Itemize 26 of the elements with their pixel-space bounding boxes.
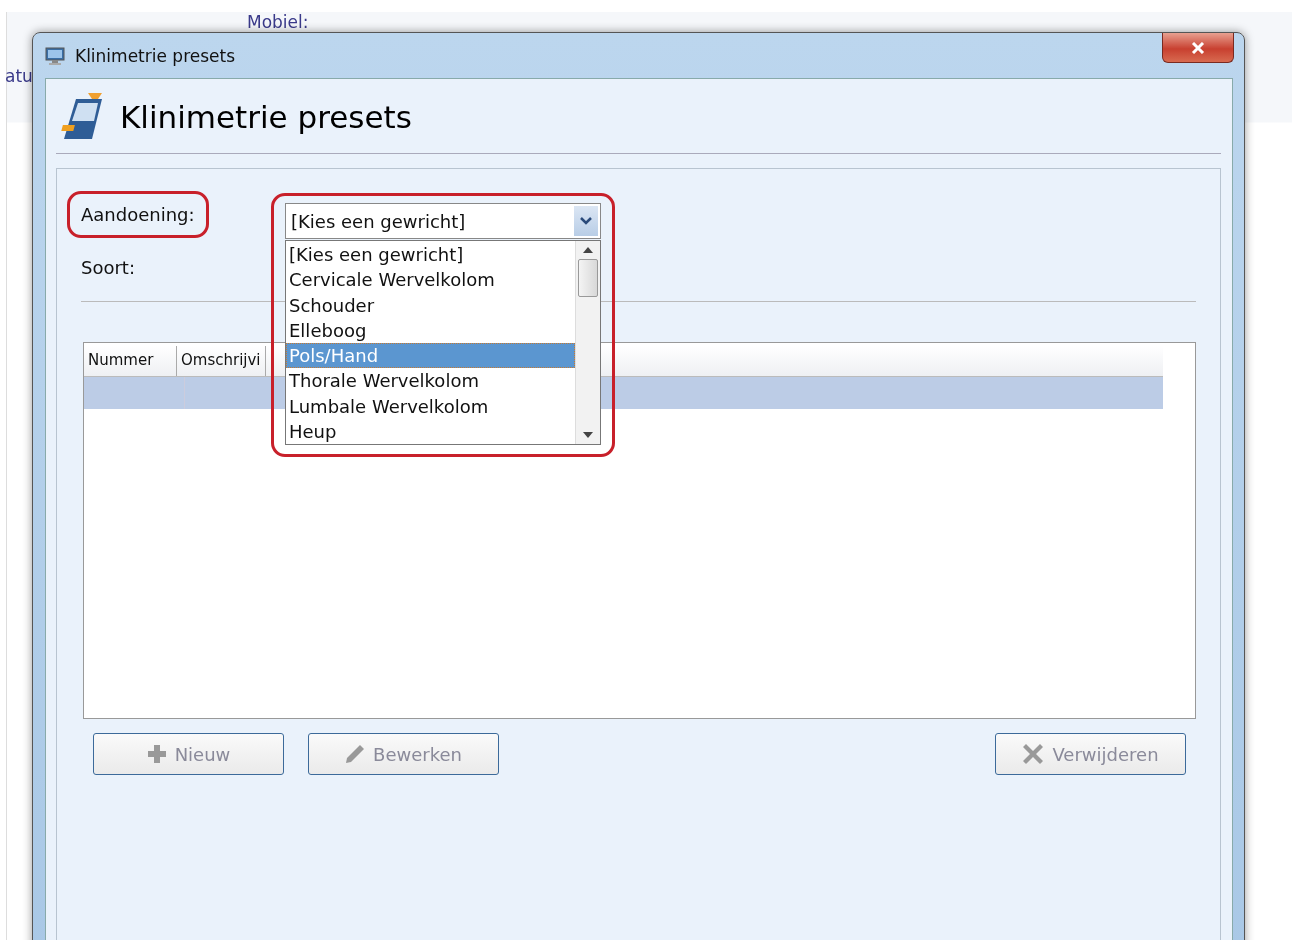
cross-icon <box>1022 743 1045 765</box>
dropdown-option[interactable]: Thorale Wervelkolom <box>286 368 575 394</box>
dialog-heading: Klinimetrie presets <box>120 99 412 135</box>
close-button[interactable] <box>1162 33 1234 63</box>
scroll-down-icon[interactable] <box>583 432 593 439</box>
column-header[interactable]: Nummer <box>84 346 177 376</box>
dropdown-option[interactable]: Lumbale Wervelkolom <box>286 393 575 420</box>
window-title: Klinimetrie presets <box>75 45 236 66</box>
dropdown-option[interactable]: Cervicale Wervelkolom <box>286 267 575 293</box>
plus-icon <box>146 744 167 764</box>
pencil-icon <box>345 744 366 764</box>
joint-dropdown[interactable]: [Kies een gewricht] <box>285 203 601 239</box>
field-label: Aandoening: <box>67 191 209 238</box>
column-header[interactable]: Omschrijvi <box>177 346 266 376</box>
field-label: Soort: <box>80 256 136 280</box>
dropdown-option[interactable]: Elleboog <box>286 317 575 344</box>
monitor-icon <box>45 46 65 65</box>
dropdown-option[interactable]: [Kies een gewricht] <box>286 242 575 268</box>
chevron-down-icon[interactable] <box>574 206 598 236</box>
close-icon <box>1190 41 1206 54</box>
background-label: atu <box>5 66 33 86</box>
dropdown-option[interactable]: Schouder <box>286 292 575 318</box>
scroll-thumb[interactable] <box>578 259 598 297</box>
scroll-up-icon[interactable] <box>583 247 593 253</box>
background-label: Mobiel: <box>247 12 309 32</box>
dropdown-option[interactable]: Heup <box>286 419 575 445</box>
